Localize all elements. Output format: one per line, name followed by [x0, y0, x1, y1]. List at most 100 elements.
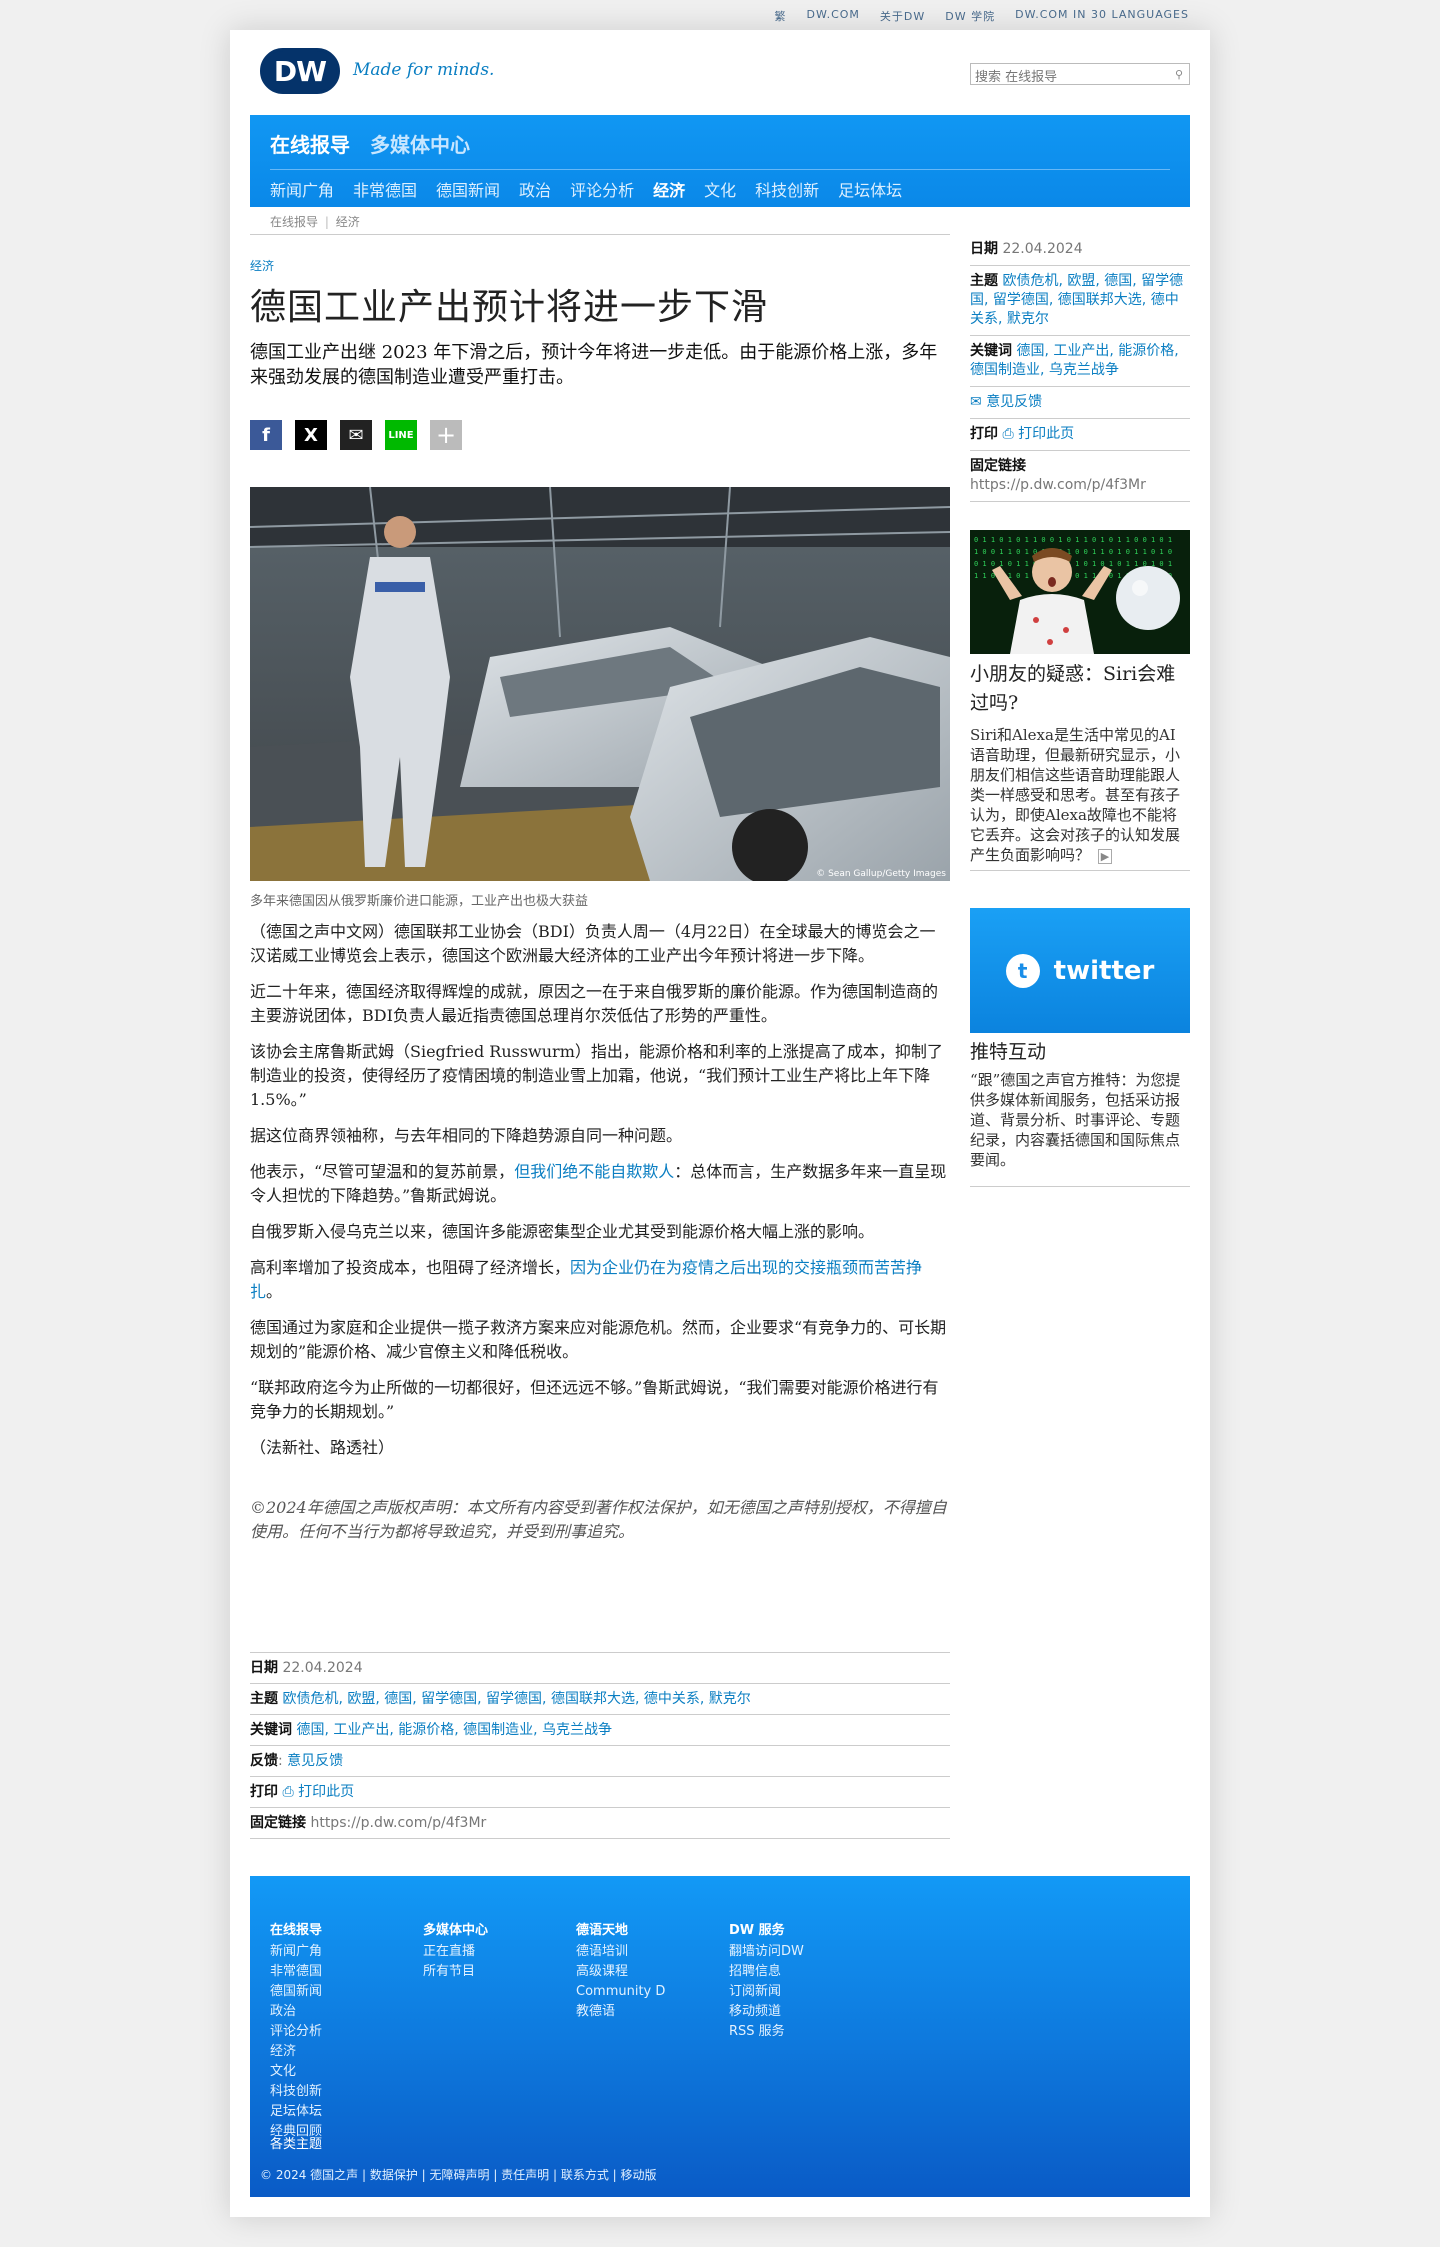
breadcrumb-divider — [250, 234, 950, 235]
footer-link[interactable]: RSS 服务 — [729, 2022, 879, 2042]
side-permalink[interactable]: https://p.dw.com/p/4f3Mr — [970, 476, 1190, 495]
footer-link[interactable]: 正在直播 — [423, 1942, 573, 1962]
nav-online-reports[interactable]: 在线报导 — [270, 129, 350, 158]
side-feedback-row: ✉ 意见反馈 — [970, 386, 1190, 418]
paragraph-text: 他表示，“尽管可望温和的复苏前景， — [250, 1162, 515, 1181]
footer-heading[interactable]: 多媒体中心 — [423, 1922, 573, 1940]
nav-media-center[interactable]: 多媒体中心 — [370, 129, 470, 158]
nav-sub-german-news[interactable]: 德国新闻 — [436, 177, 500, 201]
footer-link[interactable]: 德语培训 — [576, 1942, 726, 1962]
nav-sub-sports[interactable]: 足坛体坛 — [838, 177, 902, 201]
twitter-banner[interactable]: t twitter — [970, 908, 1190, 1033]
side-print-text: 打印此页 — [1018, 426, 1075, 442]
sidebar-meta: 日期 22.04.2024 主题 欧债危机, 欧盟, 德国, 留学德国, 留学德… — [970, 234, 1190, 502]
top-link-languages[interactable]: DW.COM IN 30 LANGUAGES — [1015, 8, 1189, 24]
footer-link[interactable]: 文化 — [270, 2062, 420, 2082]
footer-link[interactable]: 订阅新闻 — [729, 1982, 879, 2002]
footer-topics-link[interactable]: 各类主题 — [270, 2133, 322, 2152]
top-link-traditional[interactable]: 繁 — [775, 8, 787, 24]
paragraph: （法新社、路透社） — [250, 1438, 395, 1457]
footer-link[interactable]: 科技创新 — [270, 2082, 420, 2102]
meta-date-row: 日期 22.04.2024 — [250, 1652, 950, 1683]
side-date-row: 日期 22.04.2024 — [970, 234, 1190, 265]
footer-link[interactable]: 教德语 — [576, 2002, 726, 2022]
photo-caption: 多年来德国因从俄罗斯廉价进口能源，工业产出也极大获益 — [250, 894, 589, 909]
footer-link[interactable]: 德国新闻 — [270, 1982, 420, 2002]
paragraph: “联邦政府迄今为止所做的一切都很好，但还远远不够。”鲁斯武姆说，“我们需要对能源… — [250, 1378, 939, 1421]
footer-link[interactable]: 招聘信息 — [729, 1962, 879, 1982]
teaser-title[interactable]: 小朋友的疑惑：Siri会难过吗? — [970, 660, 1190, 718]
footer-legal-links[interactable]: © 2024 德国之声 | 数据保护 | 无障碍声明 | 责任声明 | 联系方式… — [260, 2166, 657, 2183]
side-topics-links[interactable]: 欧债危机, 欧盟, 德国, 留学德国, 留学德国, 德国联邦大选, 德中关系, … — [970, 273, 1183, 327]
more-share-button[interactable]: + — [430, 420, 462, 450]
nav-sub-economy[interactable]: 经济 — [653, 177, 685, 201]
article-photo: © Sean Gallup/Getty Images — [250, 487, 950, 881]
email-share-button[interactable]: ✉ — [340, 420, 372, 450]
teaser-image[interactable]: 0 1 1 0 1 0 1 1 0 0 1 0 1 1 0 1 0 1 1 0 … — [970, 530, 1190, 654]
facebook-share-button[interactable]: f — [250, 420, 282, 450]
video-icon[interactable]: ▶ — [1097, 849, 1113, 864]
footer-heading[interactable]: 德语天地 — [576, 1922, 726, 1940]
top-links: 繁 DW.COM 关于DW DW 学院 DW.COM IN 30 LANGUAG… — [755, 8, 1190, 24]
search-placeholder: 搜索 在线报导 — [975, 70, 1058, 85]
footer-link[interactable]: 经济 — [270, 2042, 420, 2062]
top-link-about[interactable]: 关于DW — [880, 8, 925, 24]
top-link-dwcom[interactable]: DW.COM — [807, 8, 860, 24]
search-icon[interactable]: ⚲ — [1175, 68, 1183, 81]
breadcrumb-separator: | — [324, 215, 329, 229]
svg-text:0 1 1 0 1 0 1 1 0 0 1 0 1 1 0: 0 1 1 0 1 0 1 1 0 0 1 0 1 1 0 1 0 1 1 0 … — [974, 536, 1172, 544]
side-print-row: 打印 ⎙ 打印此页 — [970, 418, 1190, 450]
meta-feedback-link[interactable]: 意见反馈 — [287, 1753, 343, 1769]
nav-sub-culture[interactable]: 文化 — [704, 177, 736, 201]
side-feedback-link[interactable]: ✉ 意见反馈 — [970, 394, 1042, 410]
nav-sub-germany[interactable]: 非常德国 — [353, 177, 417, 201]
line-share-button[interactable]: LINE — [385, 420, 417, 450]
meta-permalink-label: 固定链接 — [250, 1815, 306, 1831]
meta-keywords-links[interactable]: 德国, 工业产出, 能源价格, 德国制造业, 乌克兰战争 — [296, 1722, 612, 1738]
footer-col-german: 德语天地 德语培训 高级课程 Community D 教德语 — [576, 1922, 726, 2022]
article-kicker[interactable]: 经济 — [250, 257, 274, 274]
paragraph: （德国之声中文网）德国联邦工业协会（BDI）负责人周一（4月22日）在全球最大的… — [250, 922, 936, 965]
footer-link[interactable]: 高级课程 — [576, 1962, 726, 1982]
search-input[interactable]: 搜索 在线报导 ⚲ — [970, 63, 1190, 85]
dw-logo[interactable]: DW — [260, 48, 340, 94]
nav-divider — [270, 169, 1170, 170]
paragraph-text: 。 — [266, 1282, 283, 1301]
footer-link[interactable]: 翻墙访问DW — [729, 1942, 879, 1962]
nav-sub-politics[interactable]: 政治 — [519, 177, 551, 201]
footer-link[interactable]: 所有节目 — [423, 1962, 573, 1982]
nav-sub-news[interactable]: 新闻广角 — [270, 177, 334, 201]
meta-keywords-label: 关键词 — [250, 1722, 292, 1738]
meta-permalink[interactable]: https://p.dw.com/p/4f3Mr — [310, 1815, 486, 1831]
meta-print-row: 打印 ⎙ 打印此页 — [250, 1776, 950, 1807]
footer-heading[interactable]: DW 服务 — [729, 1922, 879, 1940]
breadcrumb-home[interactable]: 在线报导 — [270, 215, 318, 229]
page-container: DW Made for minds. 搜索 在线报导 ⚲ 在线报导 多媒体中心 … — [230, 30, 1210, 2217]
meta-topics-links[interactable]: 欧债危机, 欧盟, 德国, 留学德国, 留学德国, 德国联邦大选, 德中关系, … — [282, 1691, 750, 1707]
twitter-title[interactable]: 推特互动 — [970, 1038, 1190, 1066]
footer-link[interactable]: 新闻广角 — [270, 1942, 420, 1962]
side-print-link[interactable]: ⎙ 打印此页 — [1002, 426, 1074, 442]
paragraph: 德国通过为家庭和企业提供一揽子救济方案来应对能源危机。然而，企业要求“有竞争力的… — [250, 1318, 947, 1361]
mail-icon: ✉ — [970, 394, 987, 410]
footer-link[interactable]: 移动频道 — [729, 2002, 879, 2022]
top-link-academy[interactable]: DW 学院 — [945, 8, 995, 24]
breadcrumb-section[interactable]: 经济 — [336, 215, 360, 229]
teaser-divider — [970, 870, 1190, 871]
footer-link[interactable]: 足坛体坛 — [270, 2102, 420, 2122]
footer-link[interactable]: 评论分析 — [270, 2022, 420, 2042]
nav-sub-analysis[interactable]: 评论分析 — [570, 177, 634, 201]
inline-link[interactable]: 但我们绝不能自欺欺人 — [514, 1162, 674, 1181]
footer-heading[interactable]: 在线报导 — [270, 1922, 420, 1940]
nav-sub-science[interactable]: 科技创新 — [755, 177, 819, 201]
x-share-button[interactable]: X — [295, 420, 327, 450]
svg-text:1 0 0 1 1 0 1 0 1 1 0 1 0 0 1: 1 0 0 1 1 0 1 0 1 1 0 1 0 0 1 1 0 1 0 1 … — [974, 548, 1172, 556]
factory-photo-illustration — [250, 487, 950, 881]
paragraph: 近二十年来，德国经济取得辉煌的成就，原因之一在于来自俄罗斯的廉价能源。作为德国制… — [250, 982, 939, 1025]
footer-link[interactable]: Community D — [576, 1982, 726, 2002]
meta-print-link[interactable]: ⎙ 打印此页 — [282, 1784, 354, 1800]
footer-link[interactable]: 非常德国 — [270, 1962, 420, 1982]
footer-link[interactable]: 政治 — [270, 2002, 420, 2022]
photo-credit: © Sean Gallup/Getty Images — [816, 869, 946, 879]
article-meta: 日期 22.04.2024 主题 欧债危机, 欧盟, 德国, 留学德国, 留学德… — [250, 1652, 950, 1839]
